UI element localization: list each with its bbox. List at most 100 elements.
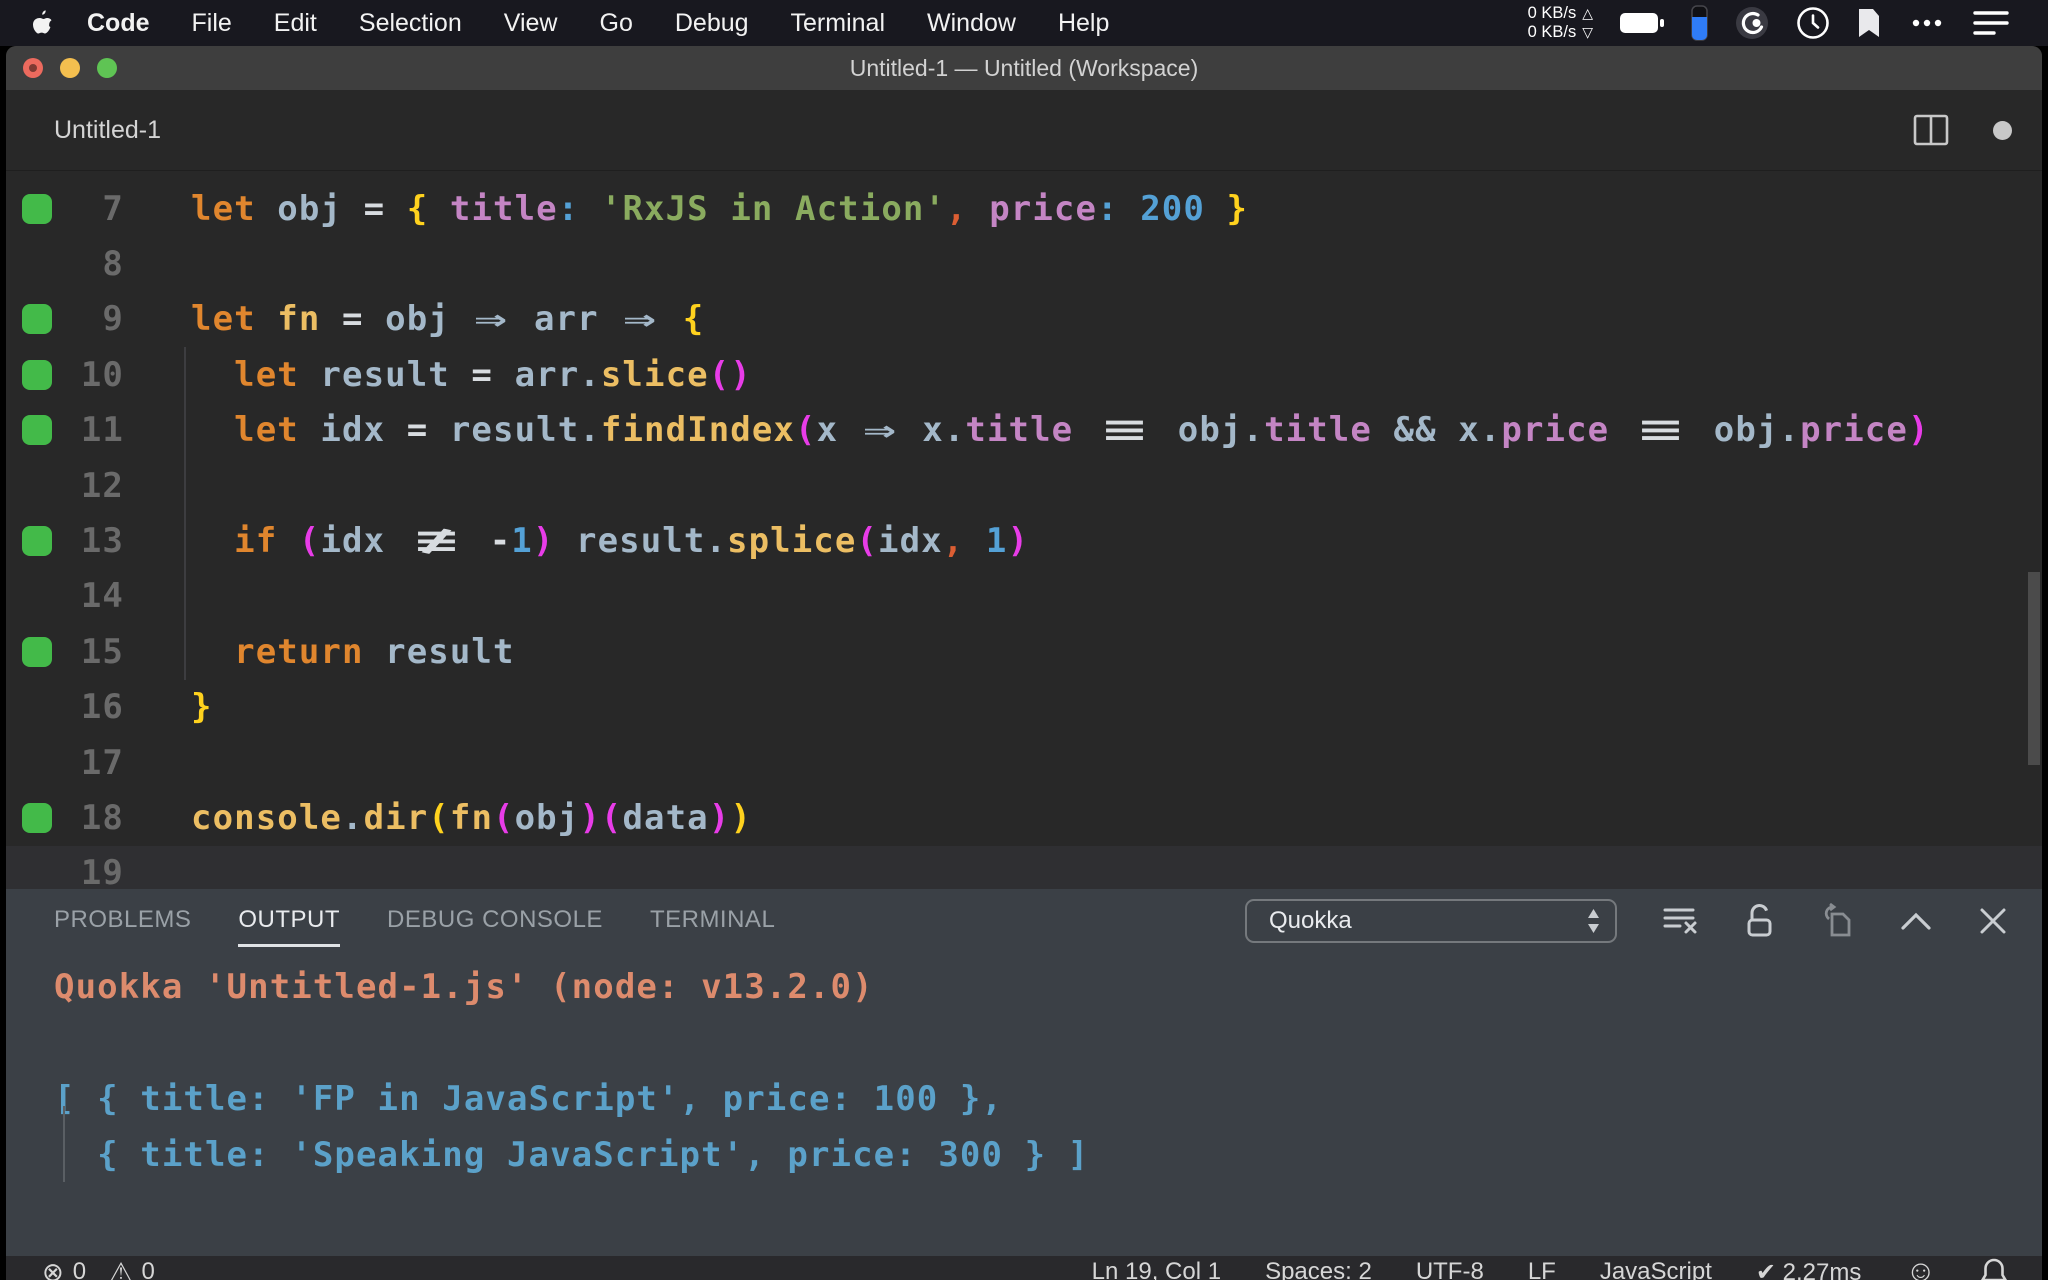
code-line-11[interactable]: 11 let idx = result.findIndex(x ⇒ x.titl…: [6, 402, 2042, 459]
more-icon[interactable]: [1908, 8, 1946, 38]
menu-window[interactable]: Window: [906, 9, 1037, 37]
statusbar-javascript[interactable]: JavaScript: [1600, 1258, 1712, 1280]
warning-count: 0: [141, 1258, 155, 1280]
line-number[interactable]: 17: [52, 743, 124, 783]
battery-icon[interactable]: [1619, 11, 1665, 35]
code-line-14[interactable]: 14: [6, 568, 2042, 625]
clock-icon[interactable]: [1796, 6, 1830, 40]
menu-edit[interactable]: Edit: [253, 9, 338, 37]
line-number[interactable]: 11: [52, 410, 124, 450]
quokka-coverage-square: [22, 304, 52, 335]
feedback-smiley-icon[interactable]: ☺: [1905, 1257, 1936, 1280]
menubar-status-area: 0 KB/s △ 0 KB/s ▽: [1528, 4, 2048, 42]
code-text[interactable]: let idx = result.findIndex(x ⇒ x.title ≡…: [191, 410, 1930, 450]
menu-code[interactable]: Code: [66, 9, 171, 37]
warning-triangle-icon: ⚠: [109, 1257, 133, 1280]
split-editor-icon[interactable]: [1913, 114, 1949, 146]
network-speed-indicator[interactable]: 0 KB/s △ 0 KB/s ▽: [1528, 4, 1593, 42]
bell-icon[interactable]: [1980, 1256, 2008, 1280]
code-line-7[interactable]: 7 let obj = { title: 'RxJS in Action', pr…: [6, 181, 2042, 236]
editor-tabbar: Untitled-1: [6, 90, 2042, 171]
line-number[interactable]: 16: [52, 687, 124, 727]
line-number[interactable]: 19: [52, 853, 124, 889]
code-line-17[interactable]: 17: [6, 735, 2042, 790]
tab-untitled-1[interactable]: Untitled-1: [54, 116, 161, 145]
line-number[interactable]: 10: [52, 355, 124, 395]
code-text[interactable]: return result: [191, 632, 515, 672]
code-text[interactable]: let result = arr.slice(): [191, 355, 752, 395]
quokka-coverage-square: [22, 802, 52, 833]
statusbar--2-27ms[interactable]: ✔ 2.27ms: [1756, 1258, 1861, 1280]
output-line: Quokka 'Untitled-1.js' (node: v13.2.0): [54, 967, 874, 1007]
phone-battery-icon[interactable]: [1691, 5, 1708, 41]
vscode-window: Untitled-1 — Untitled (Workspace) Untitl…: [6, 46, 2042, 1280]
menu-terminal[interactable]: Terminal: [770, 9, 906, 37]
bottom-panel: PROBLEMS OUTPUT DEBUG CONSOLE TERMINAL Quok…: [6, 889, 2042, 1256]
line-number[interactable]: 15: [52, 632, 124, 672]
menu-help[interactable]: Help: [1037, 9, 1130, 37]
output-channel-select[interactable]: Quokka: [1245, 899, 1617, 943]
window-title: Untitled-1 — Untitled (Workspace): [849, 54, 1199, 81]
code-text[interactable]: }: [191, 687, 213, 727]
coverage-gutter-empty: [22, 692, 52, 722]
code-line-8[interactable]: 8: [6, 236, 2042, 291]
menu-selection[interactable]: Selection: [338, 9, 483, 37]
open-in-editor-icon[interactable]: [1820, 903, 1854, 939]
code-line-13[interactable]: 13 if (idx ≢ -1) result.splice(idx, 1): [6, 513, 2042, 570]
code-text[interactable]: if (idx ≢ -1) result.splice(idx, 1): [191, 521, 1029, 561]
sync-icon[interactable]: [1734, 5, 1770, 41]
unsaved-changes-dot-icon[interactable]: [1993, 120, 2012, 140]
code-editor[interactable]: 7 let obj = { title: 'RxJS in Action', pr…: [6, 171, 2042, 889]
panel-tab-terminal[interactable]: TERMINAL: [650, 906, 775, 947]
window-titlebar[interactable]: Untitled-1 — Untitled (Workspace): [6, 46, 2042, 90]
line-number[interactable]: 18: [52, 798, 124, 838]
collapse-panel-icon[interactable]: [1899, 910, 1933, 932]
menu-go[interactable]: Go: [579, 9, 654, 37]
statusbar-utf-8[interactable]: UTF-8: [1416, 1258, 1484, 1280]
macos-menubar: Code File Edit Selection View Go Debug Terminal…: [0, 0, 2048, 46]
error-circle-icon: ⊗: [42, 1257, 64, 1280]
output-channel-value: Quokka: [1269, 907, 1352, 934]
panel-tab-problems[interactable]: PROBLEMS: [54, 906, 191, 947]
quokka-coverage-square: [22, 526, 52, 557]
code-text[interactable]: let obj = { title: 'RxJS in Action', pri…: [191, 189, 1248, 229]
unlock-icon[interactable]: [1743, 903, 1775, 939]
quokka-coverage-square: [22, 636, 52, 667]
apple-menu-icon[interactable]: [30, 9, 52, 37]
close-panel-icon[interactable]: [1978, 906, 2008, 936]
code-line-12[interactable]: 12: [6, 457, 2042, 514]
code-line-19[interactable]: 19: [6, 845, 2042, 889]
code-text[interactable]: let fn = obj ⇒ arr ⇒ {: [191, 299, 704, 339]
output-pane[interactable]: Quokka 'Untitled-1.js' (node: v13.2.0) […: [6, 953, 2042, 1256]
line-number[interactable]: 7: [52, 189, 124, 229]
clear-output-icon[interactable]: [1662, 904, 1698, 938]
code-line-18[interactable]: 18 console.dir(fn(obj)(data)): [6, 790, 2042, 845]
up-triangle-icon: △: [1582, 5, 1593, 21]
line-number[interactable]: 12: [52, 466, 124, 506]
code-line-15[interactable]: 15 return result: [6, 624, 2042, 680]
line-number[interactable]: 14: [52, 576, 124, 616]
menu-view[interactable]: View: [483, 9, 579, 37]
list-icon[interactable]: [1972, 8, 2010, 38]
code-line-9[interactable]: 9 let fn = obj ⇒ arr ⇒ {: [6, 292, 2042, 347]
notes-icon[interactable]: [1856, 7, 1882, 39]
net-down-label: 0 KB/s: [1527, 23, 1577, 41]
panel-tab-output[interactable]: OUTPUT: [238, 906, 341, 947]
code-line-10[interactable]: 10 let result = arr.slice(): [6, 347, 2042, 403]
panel-tab-debug-console[interactable]: DEBUG CONSOLE: [387, 906, 603, 947]
statusbar-spaces-2[interactable]: Spaces: 2: [1265, 1258, 1372, 1280]
panel-header: PROBLEMS OUTPUT DEBUG CONSOLE TERMINAL Quok…: [6, 889, 2042, 953]
menu-file[interactable]: File: [171, 9, 253, 37]
line-number[interactable]: 13: [52, 521, 124, 561]
statusbar-ln-19-col-1[interactable]: Ln 19, Col 1: [1092, 1258, 1221, 1280]
statusbar-lf[interactable]: LF: [1528, 1258, 1556, 1280]
code-line-16[interactable]: 16}: [6, 680, 2042, 735]
code-text[interactable]: console.dir(fn(obj)(data)): [191, 798, 752, 838]
problems-status[interactable]: ⊗ 0 ⚠ 0: [42, 1258, 155, 1280]
output-line: { title: 'Speaking JavaScript', price: 3…: [54, 1135, 1090, 1175]
line-number[interactable]: 8: [52, 244, 124, 284]
menu-debug[interactable]: Debug: [654, 9, 770, 37]
editor-scrollbar[interactable]: [2028, 572, 2040, 765]
line-number[interactable]: 9: [52, 299, 124, 339]
